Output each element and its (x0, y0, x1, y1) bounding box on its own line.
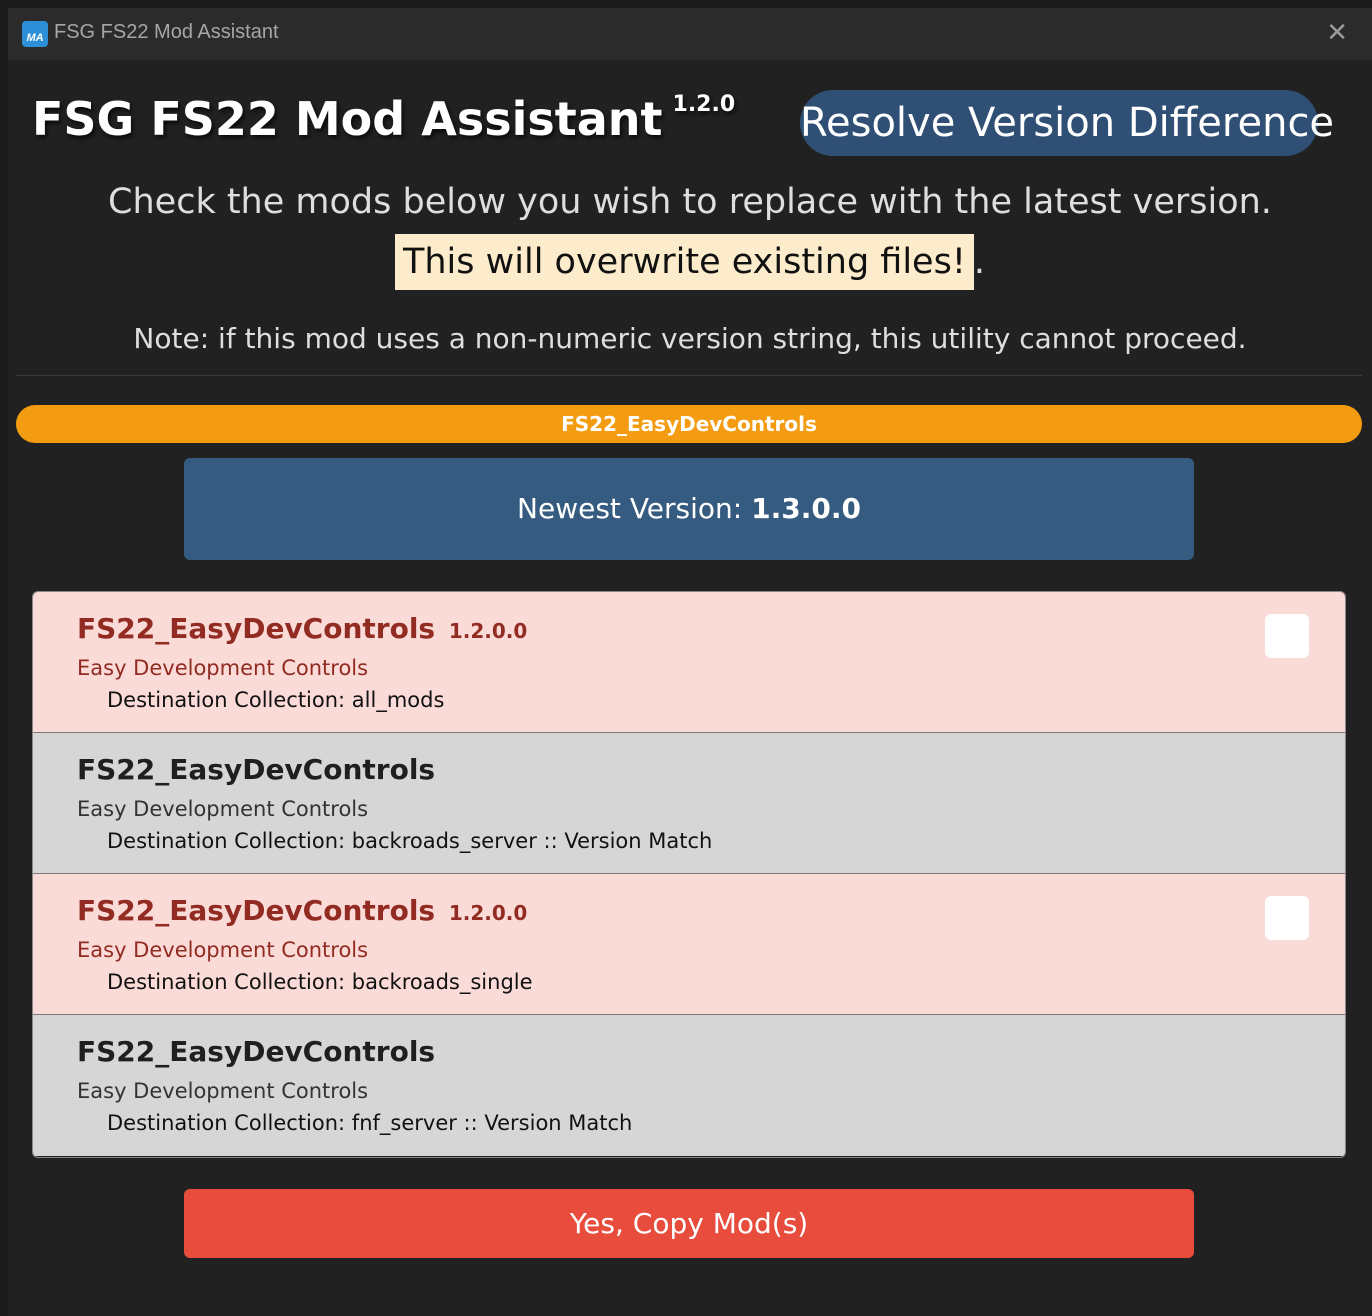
warning-line: This will overwrite existing files!. (8, 234, 1372, 290)
collection-mod-name: FS22_EasyDevControls 1.2.0.0 (77, 894, 528, 927)
app-window: MA FSG FS22 Mod Assistant ✕ FSG FS22 Mod… (8, 8, 1372, 1316)
collection-destination: Destination Collection: all_mods (107, 688, 445, 712)
collection-mod-description: Easy Development Controls (77, 1079, 369, 1103)
newest-version-box: Newest Version: 1.3.0.0 (184, 458, 1194, 560)
newest-version-label: Newest Version: (517, 492, 752, 525)
collection-destination: Destination Collection: backroads_server… (107, 829, 713, 853)
collection-mod-name: FS22_EasyDevControls (77, 1035, 436, 1068)
mod-name-badge: FS22_EasyDevControls (16, 405, 1362, 443)
collection-mod-version: 1.2.0.0 (448, 901, 528, 925)
app-logo-icon: MA (22, 21, 48, 47)
replace-checkbox[interactable] (1265, 896, 1309, 940)
collection-row: FS22_EasyDevControls Easy Development Co… (33, 733, 1345, 874)
collection-mod-version: 1.2.0.0 (448, 619, 528, 643)
collection-mod-description: Easy Development Controls (77, 938, 369, 962)
instructions-line: Check the mods below you wish to replace… (108, 182, 1272, 222)
collection-destination: Destination Collection: backroads_single (107, 970, 533, 994)
window-title: FSG FS22 Mod Assistant (54, 21, 279, 43)
app-version: 1.2.0 (672, 92, 736, 117)
app-title-text: FSG FS22 Mod Assistant (32, 92, 663, 146)
collection-mod-name: FS22_EasyDevControls (77, 753, 436, 786)
divider (16, 375, 1362, 376)
close-icon[interactable]: ✕ (1326, 20, 1348, 46)
note-text: Note: if this mod uses a non-numeric ver… (133, 322, 1247, 355)
warning-suffix: . (973, 242, 985, 282)
collection-row: FS22_EasyDevControls 1.2.0.0 Easy Develo… (33, 874, 1345, 1015)
replace-checkbox[interactable] (1265, 614, 1309, 658)
collection-row: FS22_EasyDevControls 1.2.0.0 Easy Develo… (33, 592, 1345, 733)
newest-version-value: 1.3.0.0 (751, 492, 861, 525)
collection-mod-description: Easy Development Controls (77, 797, 369, 821)
overwrite-warning: This will overwrite existing files! (394, 234, 974, 290)
app-title: FSG FS22 Mod Assistant 1.2.0 (32, 92, 735, 146)
collection-mod-description: Easy Development Controls (77, 656, 369, 680)
collection-row: FS22_EasyDevControls Easy Development Co… (33, 1015, 1345, 1156)
collection-mod-name: FS22_EasyDevControls 1.2.0.0 (77, 612, 528, 645)
page-title: Resolve Version Difference (800, 90, 1334, 156)
collection-destination: Destination Collection: fnf_server :: Ve… (107, 1111, 633, 1135)
title-bar: MA FSG FS22 Mod Assistant ✕ (8, 8, 1372, 60)
collection-list: FS22_EasyDevControls 1.2.0.0 Easy Develo… (32, 591, 1346, 1158)
copy-mods-button[interactable]: Yes, Copy Mod(s) (184, 1189, 1194, 1258)
